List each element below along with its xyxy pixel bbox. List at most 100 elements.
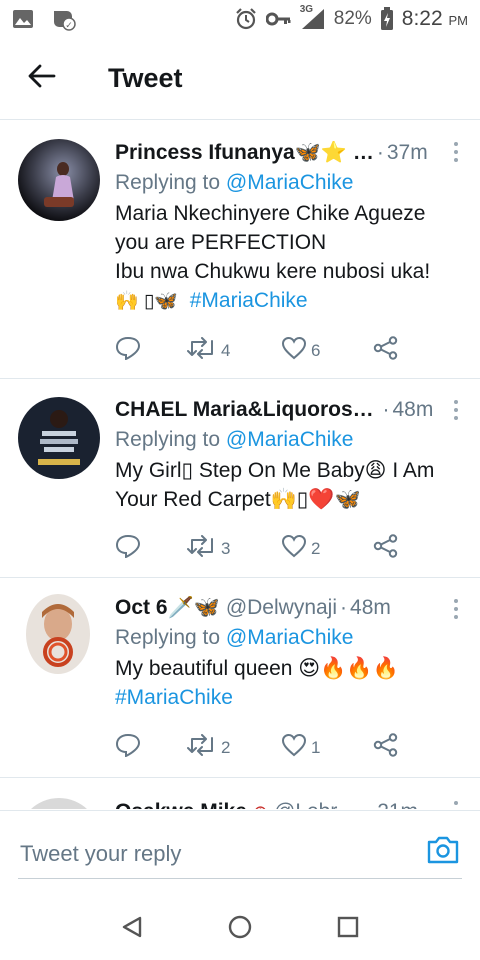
tweet-line: Your Red Carpet🙌▯❤️🦋 — [115, 488, 361, 511]
reply-feed[interactable]: Princess Ifunanya🦋⭐ … · 37m Replying to … — [0, 121, 480, 809]
battery-charging-icon — [380, 7, 394, 31]
tweet-time: 48m — [350, 596, 391, 619]
tweet-actions: 2 1 — [115, 733, 399, 762]
circle-home-icon — [227, 914, 253, 945]
hashtag-link[interactable]: #MariaChike — [190, 289, 308, 312]
retweet-icon — [187, 337, 217, 364]
replying-prefix: Replying to — [115, 171, 226, 194]
tweet-line: you are PERFECTION — [115, 231, 327, 254]
more-options-button[interactable] — [446, 796, 466, 809]
retweet-count: 2 — [221, 737, 231, 757]
share-button[interactable] — [373, 733, 399, 762]
arrow-left-icon — [28, 64, 56, 93]
avatar[interactable] — [18, 397, 100, 479]
like-button[interactable]: 2 — [281, 534, 373, 563]
tweet-header: Osakwe Mike ⊕ @Lebr… · 21m — [115, 798, 418, 809]
like-count: 1 — [311, 737, 321, 757]
triangle-back-icon — [121, 915, 143, 944]
tweet-time: 21m — [377, 800, 418, 809]
retweet-button[interactable]: 4 — [187, 337, 281, 364]
heart-icon — [281, 534, 307, 563]
square-recents-icon — [337, 916, 359, 943]
like-button[interactable]: 6 — [281, 336, 373, 365]
mention-link[interactable]: @MariaChike — [226, 428, 354, 451]
camera-button[interactable] — [426, 835, 460, 869]
nav-recents-button[interactable] — [328, 909, 368, 949]
tweet-body: CHAEL Maria&Liquoros… · 48m Replying to … — [115, 396, 466, 514]
reply-button[interactable] — [115, 336, 187, 365]
tweet-body: Princess Ifunanya🦋⭐ … · 37m Replying to … — [115, 139, 466, 316]
retweet-button[interactable]: 2 — [187, 734, 281, 761]
retweet-icon — [187, 734, 217, 761]
reply-icon — [115, 733, 141, 762]
tweet-text: My Girl▯ Step On Me Baby😩 I Am Your Red … — [115, 456, 466, 514]
tweet-line: My beautiful queen 😍🔥🔥🔥 — [115, 657, 399, 680]
tweet-actions: 3 2 — [115, 534, 399, 563]
author-handle[interactable]: @Lebr… — [274, 800, 358, 809]
tweet-line: Ibu nwa Chukwu kere nubosi uka! — [115, 260, 431, 283]
reply-icon — [115, 336, 141, 365]
like-button[interactable]: 1 — [281, 733, 373, 762]
alarm-icon — [234, 7, 258, 31]
reply-button[interactable] — [115, 733, 187, 762]
heart-icon — [281, 336, 307, 365]
clock-time: 8:22 — [401, 7, 443, 30]
avatar[interactable] — [18, 798, 100, 809]
tweet-line: 🙌 ▯🦋 #MariaChike — [115, 286, 466, 316]
tweet-item[interactable]: CHAEL Maria&Liquoros… · 48m Replying to … — [0, 379, 480, 578]
author-name[interactable]: Princess Ifunanya🦋⭐ … — [115, 141, 374, 165]
tweet-time: 37m — [386, 141, 428, 164]
tweet-line: Maria Nkechinyere Chike Agueze — [115, 202, 426, 225]
clock-ampm: PM — [448, 13, 469, 28]
replying-to: Replying to @MariaChike — [115, 171, 466, 195]
tweet-text: My beautiful queen 😍🔥🔥🔥 #MariaChike — [115, 654, 466, 712]
reply-button[interactable] — [115, 534, 187, 563]
nav-back-button[interactable] — [112, 909, 152, 949]
app-header: Tweet — [0, 38, 480, 120]
mention-link[interactable]: @MariaChike — [226, 171, 354, 194]
emoji-text: 🙌 ▯🦋 — [115, 291, 179, 312]
tweet-item[interactable]: Princess Ifunanya🦋⭐ … · 37m Replying to … — [0, 121, 480, 379]
tweet-body: Oct 6🗡️🦋 @Delwynaji · 48m Replying to @M… — [115, 594, 466, 712]
tweet-time: 48m — [392, 398, 434, 421]
hashtag-link[interactable]: #MariaChike — [115, 683, 466, 712]
replying-prefix: Replying to — [115, 428, 226, 451]
key-icon — [265, 11, 292, 27]
mention-link[interactable]: @MariaChike — [226, 626, 354, 649]
heart-icon — [281, 733, 307, 762]
retweet-icon — [187, 535, 217, 562]
back-button[interactable] — [0, 38, 84, 120]
status-bar: ✓ 3G 82% 8:22 PM — [0, 0, 480, 38]
tweet-item-partial[interactable]: Osakwe Mike ⊕ @Lebr… · 21m — [0, 778, 480, 809]
separator-dot: · — [376, 398, 390, 421]
clock: 8:22 PM — [402, 7, 468, 31]
author-handle[interactable]: @Delwynaji — [226, 596, 337, 620]
avatar[interactable] — [18, 139, 100, 221]
retweet-button[interactable]: 3 — [187, 535, 281, 562]
retweet-count: 4 — [221, 340, 231, 360]
tweet-item[interactable]: Oct 6🗡️🦋 @Delwynaji · 48m Replying to @M… — [0, 578, 480, 778]
page-title: Tweet — [108, 63, 183, 93]
share-button[interactable] — [373, 534, 399, 563]
share-button[interactable] — [373, 336, 399, 365]
reply-input[interactable] — [18, 829, 462, 879]
author-name[interactable]: CHAEL Maria&Liquoros… — [115, 398, 374, 422]
separator-dot: · — [340, 596, 348, 619]
replying-prefix: Replying to — [115, 626, 226, 649]
retweet-count: 3 — [221, 538, 231, 558]
gallery-icon — [12, 8, 34, 30]
share-icon — [373, 534, 399, 563]
author-name[interactable]: Osakwe Mike — [115, 800, 247, 809]
system-nav-bar — [0, 898, 480, 960]
like-count: 6 — [311, 340, 321, 360]
svg-text:✓: ✓ — [65, 21, 73, 31]
author-name[interactable]: Oct 6🗡️🦋 — [115, 596, 220, 620]
tweet-actions: 4 6 — [115, 336, 399, 365]
tweet-header: CHAEL Maria&Liquoros… · 48m — [115, 396, 466, 424]
app-notification-icon: ✓ — [50, 7, 76, 31]
nav-home-button[interactable] — [220, 909, 260, 949]
avatar[interactable] — [26, 594, 90, 674]
share-icon — [373, 733, 399, 762]
tweet-line: My Girl▯ Step On Me Baby😩 I Am — [115, 459, 435, 482]
separator-dot: · — [361, 800, 374, 809]
